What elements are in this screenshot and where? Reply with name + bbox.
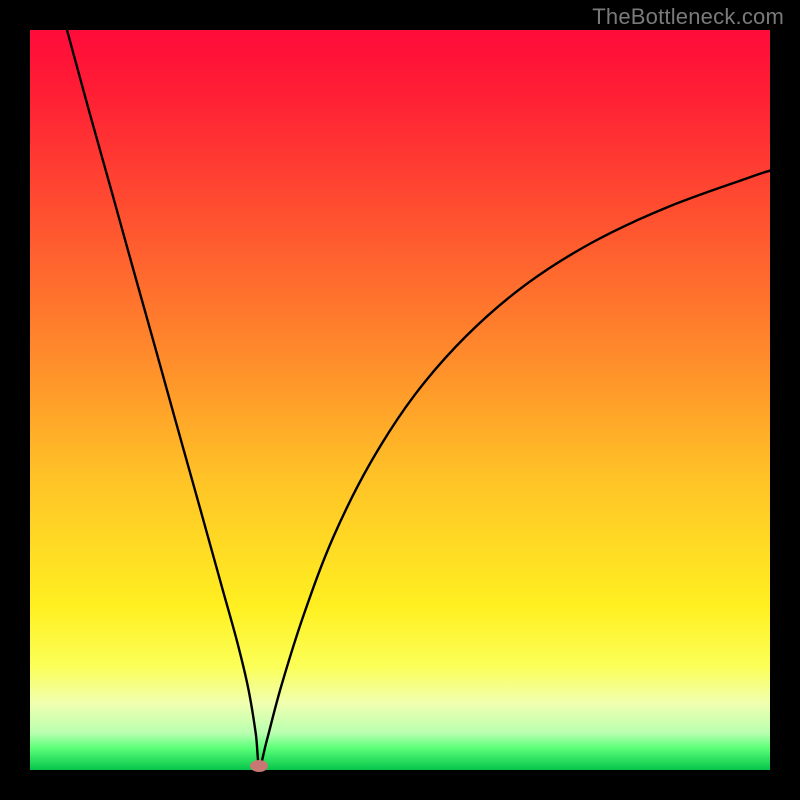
optimal-point-marker xyxy=(250,760,268,772)
plot-area xyxy=(30,30,770,770)
bottleneck-curve xyxy=(67,30,770,766)
chart-frame: TheBottleneck.com xyxy=(0,0,800,800)
watermark-label: TheBottleneck.com xyxy=(592,4,784,30)
curve-svg xyxy=(30,30,770,770)
